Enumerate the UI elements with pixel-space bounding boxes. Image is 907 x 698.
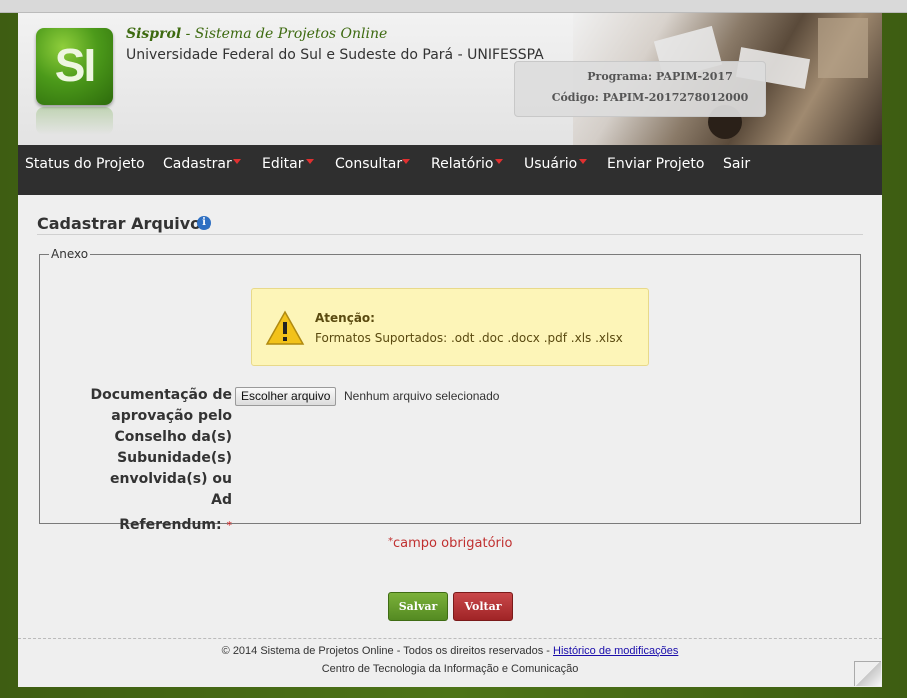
choose-file-button[interactable]: Escolher arquivo <box>235 387 337 406</box>
nav-usuario[interactable]: Usuário <box>524 145 587 195</box>
nav-label: Relatório <box>431 156 494 172</box>
label-line: envolvida(s) ou Ad <box>110 471 232 508</box>
site-header: SI Sisprol - Sistema de Projetos Online … <box>18 13 882 145</box>
logo-reflection <box>36 107 113 135</box>
university-name: Universidade Federal do Sul e Sudeste do… <box>126 47 544 63</box>
photo-detail <box>818 18 868 78</box>
footer-org: Centro de Tecnologia da Informação e Com… <box>321 663 579 675</box>
required-note-text: campo obrigatório <box>393 536 513 551</box>
nav-label: Sair <box>723 156 751 172</box>
dropdown-caret-icon <box>495 159 503 164</box>
alert-title: Atenção: <box>315 311 375 325</box>
nav-label: Editar <box>262 156 304 172</box>
nav-consultar[interactable]: Consultar <box>335 145 410 195</box>
label-line: aprovação pelo <box>111 408 232 424</box>
label-line: Conselho da(s) <box>114 429 232 445</box>
program-info-box: Programa: PAPIM-2017 Código: PAPIM-20172… <box>514 61 766 117</box>
nav-relatorio[interactable]: Relatório <box>431 145 503 195</box>
label-line: Documentação de <box>90 387 232 403</box>
title-divider <box>37 234 863 235</box>
nav-enviar-projeto[interactable]: Enviar Projeto <box>607 145 704 195</box>
nav-sair[interactable]: Sair <box>723 145 750 195</box>
nav-status-do-projeto[interactable]: Status do Projeto <box>25 145 145 195</box>
dropdown-caret-icon <box>402 159 410 164</box>
alert-text: Formatos Suportados: .odt .doc .docx .pd… <box>315 331 623 345</box>
save-button[interactable]: Salvar <box>388 592 448 621</box>
page-container: SI Sisprol - Sistema de Projetos Online … <box>18 13 882 687</box>
code-label: Código: PAPIM-2017278012000 <box>551 91 749 104</box>
app-subtitle: - Sistema de Projetos Online <box>181 26 388 42</box>
label-line: Subunidade(s) <box>117 450 232 466</box>
nav-label: Enviar Projeto <box>607 156 705 172</box>
file-field-label: Documentação de aprovação pelo Conselho … <box>90 385 232 536</box>
browser-top-strip <box>0 0 907 13</box>
nav-label: Consultar <box>335 156 403 172</box>
sisprol-logo: SI <box>36 28 113 105</box>
required-note: *campo obrigatório <box>388 536 512 551</box>
required-star: * <box>226 519 233 532</box>
warning-alert: Atenção: Formatos Suportados: .odt .doc … <box>251 288 649 366</box>
page-title: Cadastrar Arquivos <box>37 214 211 233</box>
back-button[interactable]: Voltar <box>453 592 513 621</box>
nav-cadastrar[interactable]: Cadastrar <box>163 145 241 195</box>
warning-icon <box>265 310 305 345</box>
nav-label: Usuário <box>524 156 578 172</box>
label-line: Referendum: * <box>90 515 232 536</box>
footer-divider <box>18 638 882 639</box>
nav-label: Status do Projeto <box>25 156 145 172</box>
page-curl <box>854 661 881 686</box>
label-last-line: Referendum: <box>119 517 222 533</box>
logo-text: SI <box>54 39 96 91</box>
footer-copyright: © 2014 Sistema de Projetos Online - Todo… <box>18 645 882 657</box>
app-name: Sisprol <box>126 26 182 42</box>
program-label: Programa: PAPIM-2017 <box>587 70 733 83</box>
app-name-line: Sisprol - Sistema de Projetos Online <box>126 26 387 42</box>
nav-editar[interactable]: Editar <box>262 145 314 195</box>
info-icon[interactable]: i <box>197 216 211 230</box>
main-navbar: Status do Projeto Cadastrar Editar Consu… <box>18 145 882 195</box>
fieldset-legend: Anexo <box>49 247 91 261</box>
copyright-text: © 2014 Sistema de Projetos Online - Todo… <box>221 645 553 657</box>
history-link[interactable]: Histórico de modificações <box>553 645 678 657</box>
file-status: Nenhum arquivo selecionado <box>344 389 500 403</box>
nav-label: Cadastrar <box>163 156 232 172</box>
dropdown-caret-icon <box>306 159 314 164</box>
dropdown-caret-icon <box>233 159 241 164</box>
dropdown-caret-icon <box>579 159 587 164</box>
